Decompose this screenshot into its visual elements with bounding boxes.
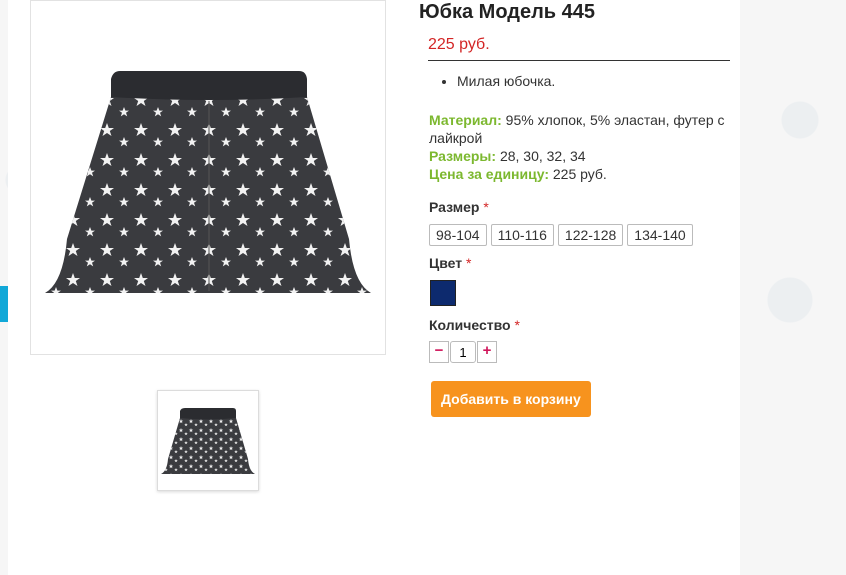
color-swatch-navy[interactable] xyxy=(430,280,456,306)
spec-label: Размеры: xyxy=(429,148,497,164)
quantity-input[interactable] xyxy=(450,341,476,363)
add-to-cart-button[interactable]: Добавить в корзину xyxy=(431,381,591,417)
product-price: 225 руб. xyxy=(428,36,730,61)
size-option-134-140[interactable]: 134-140 xyxy=(627,224,693,246)
size-option-122-128[interactable]: 122-128 xyxy=(557,224,624,246)
description-list: Милая юбочка. xyxy=(419,73,729,89)
size-label: Размер * xyxy=(429,199,489,215)
skirt-thumbnail-image xyxy=(161,408,255,474)
product-content: Юбка Модель 445 225 руб. Милая юбочка. М… xyxy=(8,0,740,575)
spec-label: Материал: xyxy=(429,112,502,128)
description-item: Милая юбочка. xyxy=(457,73,729,89)
quantity-stepper: − + xyxy=(429,341,729,363)
product-title: Юбка Модель 445 xyxy=(419,1,596,23)
spec-value: 28, 30, 32, 34 xyxy=(499,148,586,164)
size-option-110-116[interactable]: 110-116 xyxy=(490,224,554,246)
quantity-decrease-button[interactable]: − xyxy=(429,341,449,363)
spec-unit-price: Цена за единицу: 225 руб. xyxy=(429,165,729,183)
product-thumbnail[interactable] xyxy=(157,390,259,491)
spec-material: Материал: 95% хлопок, 5% эластан, футер … xyxy=(429,111,729,147)
product-specs: Материал: 95% хлопок, 5% эластан, футер … xyxy=(429,111,729,183)
spec-sizes: Размеры: 28, 30, 32, 34 xyxy=(429,147,729,165)
required-mark: * xyxy=(466,255,472,271)
page: Юбка Модель 445 225 руб. Милая юбочка. М… xyxy=(0,0,846,575)
quantity-increase-button[interactable]: + xyxy=(477,341,497,363)
product-main-image[interactable] xyxy=(30,0,386,355)
quantity-label: Количество * xyxy=(429,317,520,333)
skirt-image xyxy=(45,71,371,293)
required-mark: * xyxy=(483,199,489,215)
product-info: Юбка Модель 445 225 руб. Милая юбочка. М… xyxy=(419,0,730,417)
spec-value: 225 руб. xyxy=(552,166,607,182)
size-options: 98-104 110-116 122-128 134-140 xyxy=(429,224,729,246)
size-option-98-104[interactable]: 98-104 xyxy=(429,224,487,246)
spec-label: Цена за единицу: xyxy=(429,166,549,182)
color-label: Цвет * xyxy=(429,255,472,271)
required-mark: * xyxy=(514,317,520,333)
